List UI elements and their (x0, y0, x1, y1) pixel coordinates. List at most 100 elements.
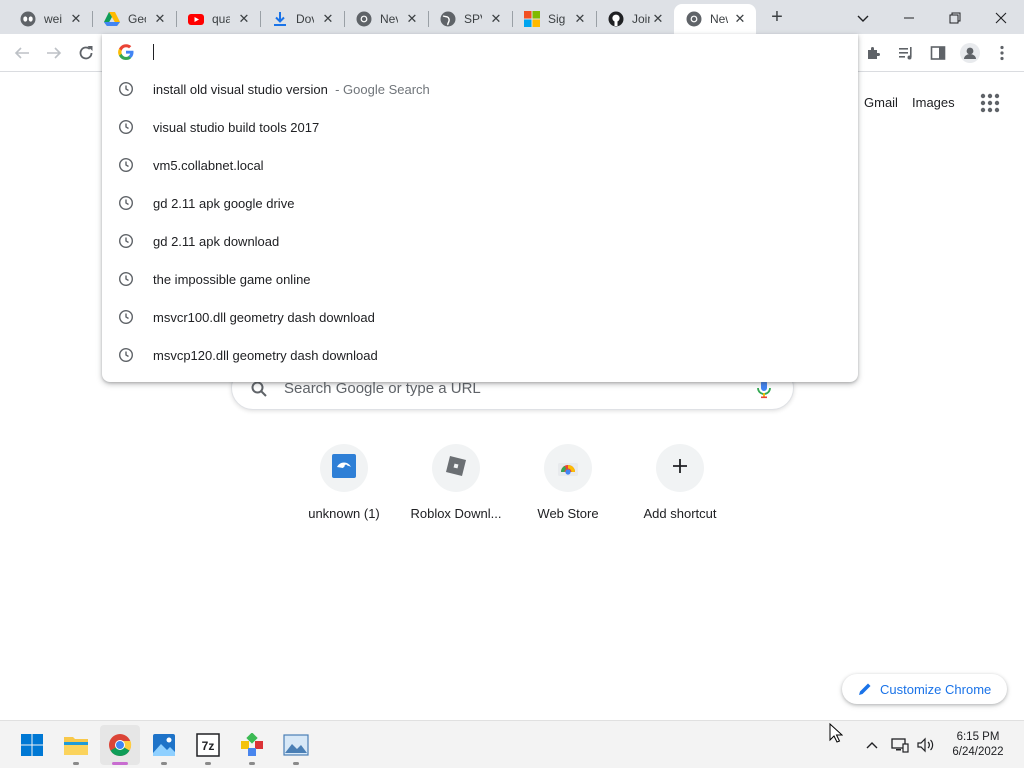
shortcut-icon-circle (320, 444, 368, 492)
tab-9-active[interactable]: New ✕ (674, 4, 756, 34)
images-link[interactable]: Images (912, 95, 955, 110)
volume-icon[interactable] (916, 735, 936, 755)
meduza-icon (332, 453, 356, 483)
image-viewer-icon[interactable] (276, 725, 316, 765)
suggestion-text: gd 2.11 apk google drive (153, 196, 295, 211)
chrome-icon (686, 11, 702, 27)
system-clock[interactable]: 6:15 PM 6/24/2022 (940, 730, 1016, 760)
clock-date: 6/24/2022 (952, 746, 1004, 758)
alien-face-icon (20, 11, 36, 27)
google-apps-grid-icon[interactable] (980, 93, 1000, 113)
back-arrow-icon[interactable] (9, 40, 35, 66)
reload-icon[interactable] (73, 40, 99, 66)
shortcut-tile[interactable]: Web Store (512, 444, 624, 534)
search-icon (250, 380, 268, 398)
media-queue-icon[interactable] (893, 40, 919, 66)
tab-title: Join (632, 12, 650, 26)
shortcut-tile[interactable]: unknown (1) (288, 444, 400, 534)
close-tab-icon[interactable]: ✕ (320, 11, 336, 27)
suggestion-item[interactable]: gd 2.11 apk google drive (102, 184, 858, 222)
youtube-icon (188, 11, 204, 27)
suggestion-text: install old visual studio version - Goog… (153, 82, 430, 97)
tab-title: Nev (380, 12, 398, 26)
suggestion-text: msvcr100.dll geometry dash download (153, 310, 375, 325)
tab-title: SPV (464, 12, 482, 26)
7zip-icon[interactable]: 7z (188, 725, 228, 765)
running-indicator (112, 762, 128, 765)
gmail-link[interactable]: Gmail (864, 95, 898, 110)
close-window-button[interactable] (978, 4, 1024, 30)
close-tab-icon[interactable]: ✕ (650, 11, 666, 27)
customize-chrome-button[interactable]: Customize Chrome (842, 674, 1007, 704)
running-indicator (205, 762, 211, 765)
suggestion-item[interactable]: the impossible game online (102, 260, 858, 298)
history-clock-icon (118, 233, 134, 249)
close-tab-icon[interactable]: ✕ (572, 11, 588, 27)
network-icon[interactable] (890, 735, 910, 755)
close-tab-icon[interactable]: ✕ (404, 11, 420, 27)
tab-7[interactable]: Sig ✕ (512, 4, 597, 34)
tab-title: Sig (548, 12, 566, 26)
add-shortcut-tile[interactable]: Add shortcut (624, 444, 736, 534)
forward-arrow-icon[interactable] (41, 40, 67, 66)
tab-search-icon[interactable] (840, 4, 886, 30)
close-tab-icon[interactable]: ✕ (236, 11, 252, 27)
tab-1[interactable]: wei ✕ (8, 4, 93, 34)
minimize-button[interactable] (886, 4, 932, 30)
tab-4[interactable]: Dov ✕ (260, 4, 345, 34)
history-clock-icon (118, 309, 134, 325)
history-clock-icon (118, 119, 134, 135)
close-tab-icon[interactable]: ✕ (152, 11, 168, 27)
omnibox-input[interactable] (102, 34, 858, 70)
microsoft-icon (524, 11, 540, 27)
side-panel-icon[interactable] (925, 40, 951, 66)
pencil-icon (858, 682, 872, 696)
microphone-icon[interactable] (754, 379, 774, 399)
shortcut-icon-circle (432, 444, 480, 492)
suggestion-item[interactable]: vm5.collabnet.local (102, 146, 858, 184)
suggestion-text: visual studio build tools 2017 (153, 120, 320, 135)
file-explorer-icon[interactable] (56, 725, 96, 765)
suggestion-item[interactable]: msvcr100.dll geometry dash download (102, 298, 858, 336)
restore-button[interactable] (932, 4, 978, 30)
game-icon[interactable] (232, 725, 272, 765)
profile-avatar-icon[interactable] (957, 40, 983, 66)
suggestion-item[interactable]: install old visual studio version - Goog… (102, 70, 858, 108)
roblox-icon (444, 454, 468, 483)
extensions-puzzle-icon[interactable] (861, 40, 887, 66)
close-tab-icon[interactable]: ✕ (732, 11, 748, 27)
running-indicator (73, 762, 79, 765)
plus-icon (672, 458, 688, 479)
running-indicator (161, 762, 167, 765)
suggestion-item[interactable]: msvcp120.dll geometry dash download (102, 336, 858, 374)
suggestion-item[interactable]: gd 2.11 apk download (102, 222, 858, 260)
chrome-icon[interactable] (100, 725, 140, 765)
tab-5[interactable]: Nev ✕ (344, 4, 429, 34)
tab-strip: wei ✕ Geo ✕ qua ✕ Dov ✕ Nev ✕ (0, 0, 1024, 34)
history-clock-icon (118, 347, 134, 363)
close-tab-icon[interactable]: ✕ (488, 11, 504, 27)
tab-2[interactable]: Geo ✕ (92, 4, 177, 34)
search-placeholder: Search Google or type a URL (284, 380, 481, 397)
google-drive-icon (104, 11, 120, 27)
tab-8[interactable]: Join ✕ (596, 4, 674, 34)
tab-3[interactable]: qua ✕ (176, 4, 261, 34)
tab-6[interactable]: SPV ✕ (428, 4, 513, 34)
suggestion-text: gd 2.11 apk download (153, 234, 280, 249)
shortcut-tile[interactable]: Roblox Downl... (400, 444, 512, 534)
text-caret (153, 44, 154, 60)
suggestion-item[interactable]: visual studio build tools 2017 (102, 108, 858, 146)
windows-start-icon[interactable] (12, 725, 52, 765)
history-clock-icon (118, 271, 134, 287)
new-tab-button[interactable]: + (766, 7, 788, 29)
close-tab-icon[interactable]: ✕ (68, 11, 84, 27)
more-menu-icon[interactable] (989, 40, 1015, 66)
shortcut-label: Roblox Downl... (410, 506, 502, 521)
photos-icon[interactable] (144, 725, 184, 765)
google-g-icon (118, 44, 134, 60)
chevron-up-icon[interactable] (862, 735, 882, 755)
web-store-icon (556, 454, 580, 483)
suggestion-query: install old visual studio version (153, 82, 328, 97)
tab-title: Geo (128, 12, 146, 26)
suggestion-text: the impossible game online (153, 272, 311, 287)
